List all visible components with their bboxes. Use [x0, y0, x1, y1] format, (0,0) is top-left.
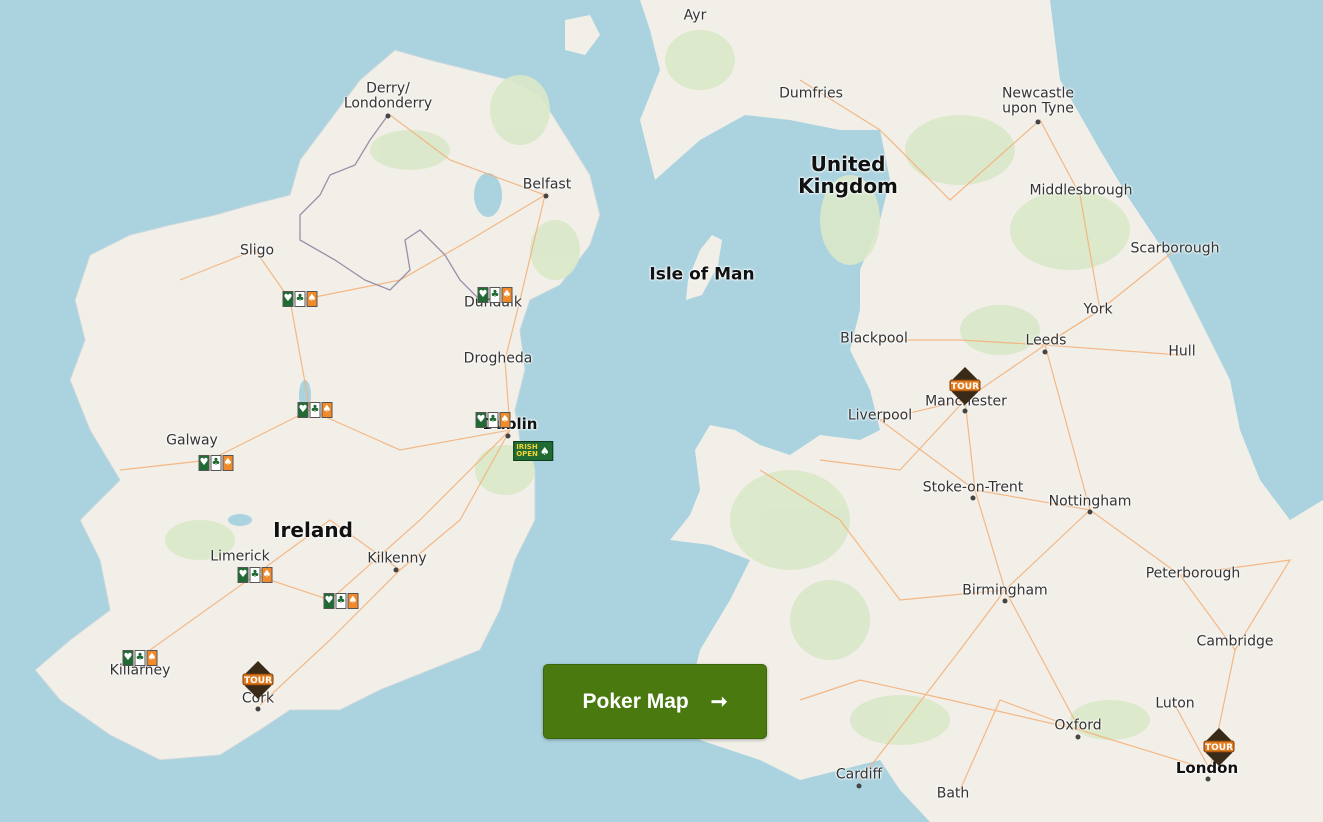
label-middlesbrough: Middlesbrough [1029, 182, 1133, 199]
poker-marker-dundalk[interactable]: ♥ ♣ ♠ [477, 287, 513, 303]
label-ireland: Ireland [273, 518, 353, 542]
label-blackpool: Blackpool [840, 330, 908, 347]
label-peterborough: Peterborough [1145, 565, 1241, 582]
poker-tour-badge-icon[interactable]: TOUR [948, 366, 982, 406]
label-belfast: Belfast [522, 176, 572, 193]
poker-marker-killarney[interactable]: ♥ ♣ ♠ [122, 650, 158, 666]
city-dot [1035, 119, 1041, 125]
label-nottingham: Nottingham [1048, 493, 1132, 510]
city-dot [543, 193, 549, 199]
irish-open-label: IRISH OPEN [516, 443, 538, 458]
label-birmingham: Birmingham [962, 582, 1048, 599]
label-limerick: Limerick [210, 548, 270, 565]
city-dot [1042, 349, 1048, 355]
label-kilkenny: Kilkenny [367, 550, 427, 567]
city-dot [1087, 509, 1093, 515]
city-dot [1002, 598, 1008, 604]
label-scarborough: Scarborough [1130, 240, 1220, 257]
label-bath: Bath [936, 785, 970, 802]
arrow-right-icon: ➞ [710, 691, 728, 713]
label-oxford: Oxford [1054, 717, 1102, 734]
label-york: York [1083, 301, 1113, 318]
label-sligo: Sligo [239, 242, 275, 259]
poker-map-button-label: Poker Map [582, 689, 689, 713]
city-dot [970, 495, 976, 501]
city-dot [1075, 734, 1081, 740]
poker-marker-galway[interactable]: ♥ ♣ ♠ [198, 455, 234, 471]
label-cardiff: Cardiff [835, 766, 883, 783]
irish-open-marker[interactable]: IRISH OPEN ♠ [513, 441, 553, 461]
city-dot [393, 567, 399, 573]
svg-text:TOUR: TOUR [1205, 743, 1233, 753]
label-ayr: Ayr [683, 7, 707, 24]
label-united-kingdom: United Kingdom [798, 152, 898, 198]
map-canvas[interactable]: Ayr Dumfries Newcastle upon Tyne Derry/ … [0, 0, 1323, 822]
label-galway: Galway [166, 432, 218, 449]
city-dot [505, 433, 511, 439]
label-derry: Derry/ Londonderry [343, 80, 433, 112]
label-isle-of-man: Isle of Man [649, 264, 755, 285]
label-hull: Hull [1168, 343, 1196, 360]
poker-tour-badge-icon[interactable]: TOUR [241, 660, 275, 700]
city-dot [1205, 776, 1211, 782]
label-cambridge: Cambridge [1196, 633, 1274, 650]
label-luton: Luton [1155, 695, 1195, 712]
poker-map-button[interactable]: Poker Map ➞ [543, 664, 767, 739]
label-liverpool: Liverpool [847, 407, 913, 424]
poker-tour-badge-icon[interactable]: TOUR [1202, 727, 1236, 767]
spade-card-icon: ♠ [539, 444, 550, 458]
label-drogheda: Drogheda [463, 350, 533, 367]
poker-marker-athlone[interactable]: ♥ ♣ ♠ [297, 402, 333, 418]
city-dot [385, 113, 391, 119]
label-newcastle: Newcastle upon Tyne [1001, 85, 1075, 117]
svg-text:TOUR: TOUR [244, 676, 272, 686]
poker-marker-limerick[interactable]: ♥ ♣ ♠ [237, 567, 273, 583]
poker-marker-dublin[interactable]: ♥ ♣ ♠ [475, 412, 511, 428]
city-dot [856, 783, 862, 789]
poker-marker-sligo[interactable]: ♥ ♣ ♠ [282, 291, 318, 307]
svg-text:TOUR: TOUR [951, 382, 979, 392]
poker-marker-clonmel[interactable]: ♥ ♣ ♠ [323, 593, 359, 609]
city-dot [255, 706, 261, 712]
label-stoke: Stoke-on-Trent [922, 479, 1024, 496]
label-dumfries: Dumfries [779, 85, 843, 102]
label-leeds: Leeds [1025, 332, 1067, 349]
